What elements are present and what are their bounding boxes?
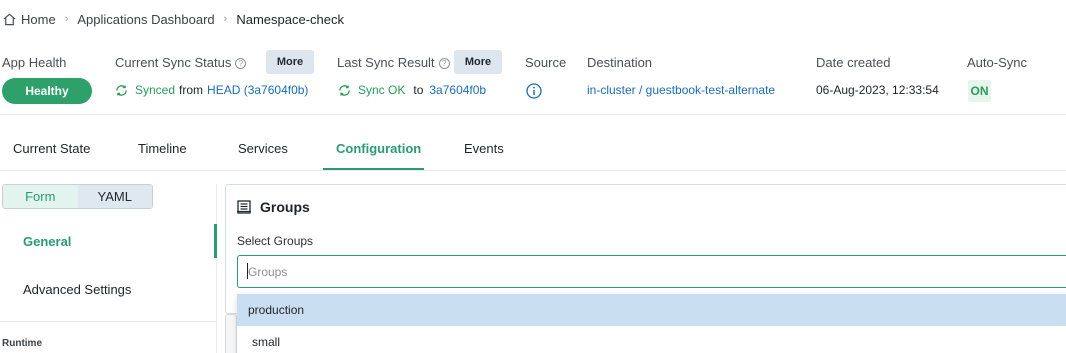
breadcrumb-current: Namespace-check — [236, 11, 344, 27]
sync-icon — [339, 84, 350, 96]
server-icon — [237, 200, 251, 214]
last-sync-label: Last Sync Result? — [337, 55, 450, 70]
form-yaml-toggle: Form YAML — [2, 184, 153, 209]
breadcrumb-separator: › — [64, 13, 69, 25]
tab-services[interactable]: Services — [238, 141, 288, 156]
sidebar-section-divider — [0, 321, 216, 322]
active-tab-indicator — [323, 168, 424, 170]
last-sync-label-text: Last Sync Result — [337, 55, 435, 70]
help-icon[interactable]: ? — [438, 58, 450, 69]
auto-sync-label: Auto-Sync — [967, 55, 1027, 70]
breadcrumb-home[interactable]: Home — [21, 12, 56, 27]
sidebar-item-general[interactable]: General — [23, 234, 71, 249]
next-panel — [225, 314, 237, 353]
date-created-label: Date created — [816, 55, 891, 70]
app-health-label: App Health — [2, 55, 67, 70]
head-ref-link[interactable]: HEAD (3a7604f0b) — [207, 83, 308, 97]
health-badge: Healthy — [2, 78, 92, 104]
from-text: from — [179, 83, 204, 97]
groups-dropdown: production small — [237, 294, 1066, 353]
yaml-toggle-button[interactable]: YAML — [77, 185, 152, 208]
text-caret — [247, 263, 248, 279]
dropdown-option-production[interactable]: production — [237, 294, 1066, 326]
last-sync-more-button[interactable]: More — [454, 50, 502, 74]
help-icon[interactable]: ? — [235, 58, 247, 69]
status-strip — [0, 40, 1066, 115]
tab-timeline[interactable]: Timeline — [138, 141, 187, 156]
auto-sync-badge: ON — [968, 80, 991, 102]
tab-configuration[interactable]: Configuration — [336, 141, 421, 156]
dropdown-option-small[interactable]: small — [237, 326, 1066, 353]
select-groups-label: Select Groups — [237, 234, 314, 248]
groups-title: Groups — [237, 199, 310, 215]
sync-status-more-button[interactable]: More — [266, 50, 314, 74]
destination-link[interactable]: in-cluster / guestbook-test-alternate — [587, 83, 775, 97]
to-text: to — [413, 83, 424, 97]
home-icon — [3, 13, 16, 25]
destination-label: Destination — [587, 55, 653, 70]
tab-bar: Current State Timeline Services Configur… — [0, 115, 1066, 171]
breadcrumb-dashboard[interactable]: Applications Dashboard — [77, 12, 214, 27]
tab-current-state[interactable]: Current State — [13, 141, 90, 156]
date-created-value: 06-Aug-2023, 12:33:54 — [816, 83, 939, 97]
last-sync-value: Sync OK to 3a7604f0b — [338, 83, 486, 97]
form-toggle-button[interactable]: Form — [3, 185, 79, 208]
sidebar-divider — [216, 184, 217, 353]
sync-ok-text: Sync OK — [358, 83, 406, 97]
sidebar-active-indicator — [214, 224, 217, 258]
breadcrumb: Home › Applications Dashboard › Namespac… — [2, 10, 344, 28]
groups-title-text: Groups — [260, 199, 310, 215]
sidebar-item-advanced-settings[interactable]: Advanced Settings — [23, 282, 131, 297]
current-sync-value: Synced from HEAD (3a7604f0b) — [115, 83, 308, 97]
breadcrumb-separator: › — [223, 13, 228, 25]
current-sync-label: Current Sync Status? — [115, 55, 247, 70]
source-label: Source — [525, 55, 567, 70]
current-sync-label-text: Current Sync Status — [115, 55, 232, 70]
sync-icon — [116, 84, 127, 96]
info-icon[interactable] — [526, 83, 542, 99]
last-sync-ref-link[interactable]: 3a7604f0b — [429, 83, 486, 97]
groups-input[interactable] — [237, 255, 1066, 288]
synced-text: Synced — [135, 83, 176, 97]
sidebar-section-runtime: Runtime — [2, 338, 42, 349]
tab-events[interactable]: Events — [464, 141, 504, 156]
